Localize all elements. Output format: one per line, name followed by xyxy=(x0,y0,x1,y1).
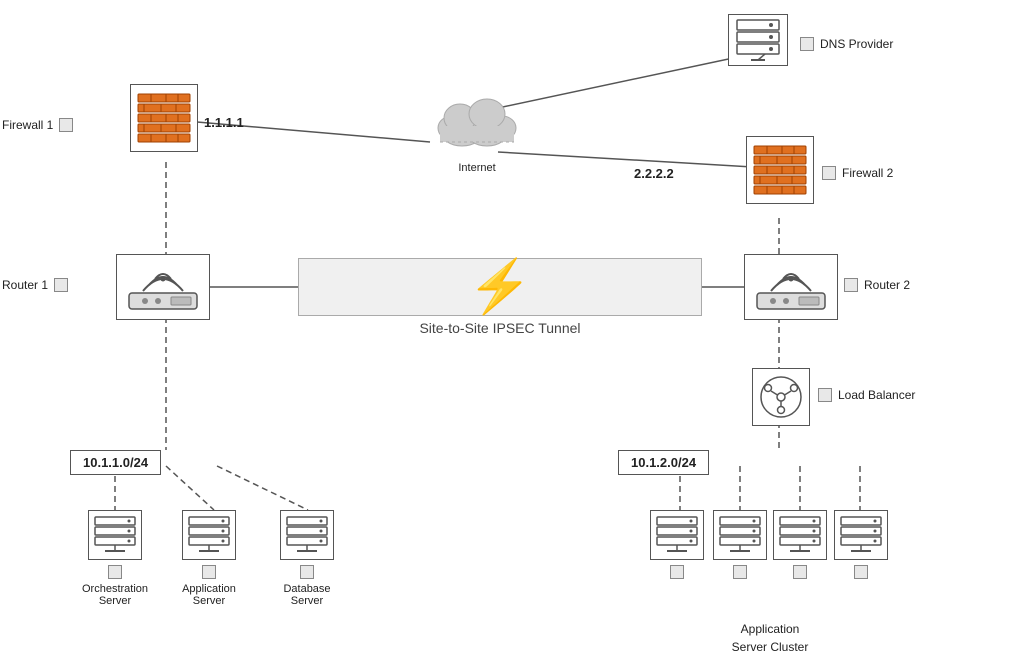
firewall1-box xyxy=(130,84,198,152)
router1-box xyxy=(116,254,210,320)
r1-label: Router 1 xyxy=(2,278,48,292)
r2-checkbox[interactable] xyxy=(844,278,858,292)
dns-server-icon xyxy=(733,18,783,62)
cs3-box xyxy=(773,510,827,560)
app1-checkbox[interactable] xyxy=(202,565,216,579)
lb-icon xyxy=(758,374,804,420)
router2-box xyxy=(744,254,838,320)
fw1-checkbox[interactable] xyxy=(59,118,73,132)
firewall1-icon xyxy=(136,92,192,144)
cs3-icon xyxy=(778,515,822,555)
lb-box xyxy=(752,368,810,426)
app1-server-icon xyxy=(187,515,231,555)
appserver1-node: Application Server xyxy=(182,510,236,607)
firewall2-node xyxy=(746,136,814,204)
lb-node xyxy=(752,368,810,426)
cs1-icon xyxy=(655,515,699,555)
router1-icon xyxy=(123,259,203,315)
fw2-ip-label: 2.2.2.2 xyxy=(634,166,674,181)
dns-box xyxy=(728,14,788,66)
subnet1-label: 10.1.1.0/24 xyxy=(70,450,161,475)
tunnel-box: ⚡ xyxy=(298,258,702,316)
fw1-label-group: Firewall 1 xyxy=(2,118,73,132)
lb-checkbox[interactable] xyxy=(818,388,832,402)
r1-label-group: Router 1 xyxy=(2,278,68,292)
fw1-ip: 1.1.1.1 xyxy=(204,114,244,132)
db-box xyxy=(280,510,334,560)
orch-server-icon xyxy=(93,515,137,555)
cs4-icon xyxy=(839,515,883,555)
cloud-icon xyxy=(432,88,522,158)
fw2-checkbox[interactable] xyxy=(822,166,836,180)
cs1-checkbox[interactable] xyxy=(670,565,684,579)
cs3-checkbox[interactable] xyxy=(793,565,807,579)
cs4-box xyxy=(834,510,888,560)
r2-label-group: Router 2 xyxy=(844,278,910,292)
db-label: Database Server xyxy=(283,583,330,607)
cluster-label: Application Server Cluster xyxy=(732,622,809,654)
db-server-icon xyxy=(285,515,329,555)
db-checkbox[interactable] xyxy=(300,565,314,579)
cs1-box xyxy=(650,510,704,560)
fw2-label-group: Firewall 2 xyxy=(822,166,893,180)
tunnel-label: Site-to-Site IPSEC Tunnel xyxy=(298,320,702,336)
cluster-label-group: Application Server Cluster xyxy=(640,620,900,656)
cluster-server1 xyxy=(650,510,704,579)
r1-checkbox[interactable] xyxy=(54,278,68,292)
fw2-ip: 2.2.2.2 xyxy=(634,165,674,183)
r2-label: Router 2 xyxy=(864,278,910,292)
firewall2-icon xyxy=(752,144,808,196)
router2-icon xyxy=(751,259,831,315)
orch-label: Orchestration Server xyxy=(82,583,148,607)
internet-label: Internet xyxy=(458,162,495,174)
router2-node xyxy=(744,254,838,320)
lightning-icon: ⚡ xyxy=(468,261,533,313)
dns-checkbox[interactable] xyxy=(800,37,814,51)
cluster-server4 xyxy=(834,510,888,579)
orch-checkbox[interactable] xyxy=(108,565,122,579)
router1-node xyxy=(116,254,210,320)
dns-label: DNS Provider xyxy=(820,37,893,51)
fw1-ip-label: 1.1.1.1 xyxy=(204,115,244,130)
dns-node xyxy=(728,14,788,66)
fw2-label: Firewall 2 xyxy=(842,166,893,180)
cluster-server2 xyxy=(713,510,767,579)
firewall1-node xyxy=(130,84,198,152)
lb-label: Load Balancer xyxy=(838,388,915,402)
subnet2-label: 10.1.2.0/24 xyxy=(618,450,709,475)
database-node: Database Server xyxy=(280,510,334,607)
orch-box xyxy=(88,510,142,560)
cs2-icon xyxy=(718,515,762,555)
cs4-checkbox[interactable] xyxy=(854,565,868,579)
internet-node: Internet xyxy=(432,88,522,174)
app1-box xyxy=(182,510,236,560)
cs2-box xyxy=(713,510,767,560)
dns-label-group: DNS Provider xyxy=(800,37,893,51)
subnet1-box: 10.1.1.0/24 xyxy=(70,450,161,475)
app1-label: Application Server xyxy=(182,583,236,607)
fw1-label: Firewall 1 xyxy=(2,118,53,132)
lb-label-group: Load Balancer xyxy=(818,388,915,402)
cluster-server3 xyxy=(773,510,827,579)
network-diagram: Internet DNS Provider xyxy=(0,0,1018,669)
subnet2-box: 10.1.2.0/24 xyxy=(618,450,709,475)
firewall2-box xyxy=(746,136,814,204)
orchestration-node: Orchestration Server xyxy=(82,510,148,607)
cs2-checkbox[interactable] xyxy=(733,565,747,579)
